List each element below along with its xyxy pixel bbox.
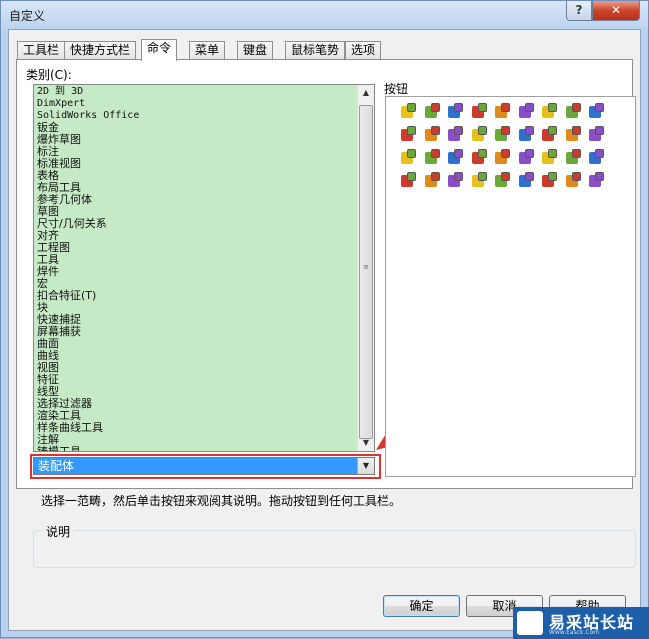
category-item[interactable]: 2D 到 3D (37, 86, 357, 98)
category-item[interactable]: 特征 (37, 374, 357, 386)
command-button-icon[interactable] (518, 103, 535, 120)
command-button-icon[interactable] (541, 149, 558, 166)
category-item[interactable]: 钣金 (37, 122, 357, 134)
category-item[interactable]: 曲面 (37, 338, 357, 350)
category-item[interactable]: 对齐 (37, 230, 357, 242)
command-button-icon[interactable] (471, 149, 488, 166)
category-item[interactable]: 注解 (37, 434, 357, 446)
tab-shortcut-bars[interactable]: 快捷方式栏 (64, 41, 137, 60)
tab-menus[interactable]: 菜单 (189, 41, 226, 60)
command-button-icon[interactable] (494, 172, 511, 189)
command-button-icon[interactable] (471, 172, 488, 189)
customize-dialog: 自定义 ? ✕ 工具栏 快捷方式栏 命令 菜单 键盘 鼠标笔势 选项 类别(C)… (0, 0, 649, 639)
watermark-subtext: Www.Easck.Com (549, 629, 600, 636)
category-item[interactable]: 块 (37, 302, 357, 314)
command-button-icon[interactable] (494, 149, 511, 166)
category-item[interactable]: DimXpert (37, 98, 357, 110)
command-button-icon[interactable] (541, 103, 558, 120)
command-button-icon[interactable] (588, 149, 605, 166)
command-button-icon[interactable] (588, 103, 605, 120)
category-item[interactable]: 参考几何体 (37, 194, 357, 206)
category-item[interactable]: 工具 (37, 254, 357, 266)
title-bar[interactable]: 自定义 ? ✕ (1, 1, 648, 29)
command-button-icon[interactable] (565, 149, 582, 166)
category-item[interactable]: 尺寸/几何关系 (37, 218, 357, 230)
command-button-icon[interactable] (494, 103, 511, 120)
command-button-icon[interactable] (565, 126, 582, 143)
watermark-logo: 易采站长站 Www.Easck.Com (513, 607, 649, 639)
command-button-icon[interactable] (447, 149, 464, 166)
category-item[interactable]: 样条曲线工具 (37, 422, 357, 434)
category-item[interactable]: 标准视图 (37, 158, 357, 170)
command-button-icon[interactable] (471, 103, 488, 120)
command-button-icon[interactable] (447, 172, 464, 189)
command-button-icon[interactable] (541, 172, 558, 189)
command-button-icon[interactable] (565, 103, 582, 120)
category-item[interactable]: 工程图 (37, 242, 357, 254)
category-item[interactable]: 铸模工具 (37, 446, 357, 452)
category-item[interactable]: SolidWorks Office (37, 110, 357, 122)
tab-toolbars[interactable]: 工具栏 (17, 41, 66, 60)
command-button-icon[interactable] (518, 126, 535, 143)
command-button-icon[interactable] (400, 149, 417, 166)
command-button-icon[interactable] (541, 126, 558, 143)
command-button-icon[interactable] (518, 149, 535, 166)
category-item[interactable]: 视图 (37, 362, 357, 374)
category-item[interactable]: 爆炸草图 (37, 134, 357, 146)
dialog-body: 工具栏 快捷方式栏 命令 菜单 键盘 鼠标笔势 选项 类别(C): 2D 到 3… (8, 29, 641, 631)
category-item[interactable]: 曲线 (37, 350, 357, 362)
category-item[interactable]: 标注 (37, 146, 357, 158)
command-button-icon[interactable] (424, 172, 441, 189)
category-label: 类别(C): (26, 68, 72, 82)
description-label: 说明 (43, 523, 74, 540)
category-item[interactable]: 焊件 (37, 266, 357, 278)
category-item[interactable]: 扣合特征(T) (37, 290, 357, 302)
ok-button[interactable]: 确定 (383, 595, 460, 617)
annotation-highlight-box (30, 454, 381, 479)
help-icon[interactable]: ? (566, 1, 592, 21)
tab-commands[interactable]: 命令 (141, 39, 178, 61)
instruction-text: 选择一范畴，然后单击按钮来观阅其说明。拖动按钮到任何工具栏。 (41, 494, 402, 508)
command-button-icon[interactable] (518, 172, 535, 189)
category-items: 2D 到 3D DimXpert SolidWorks Office 钣金 爆炸草图 标注… (37, 86, 357, 452)
tab-keyboard[interactable]: 键盘 (237, 41, 274, 60)
scroll-up-icon[interactable]: ▲ (358, 85, 374, 101)
command-buttons-panel (385, 96, 636, 477)
command-button-icon[interactable] (400, 103, 417, 120)
tab-mouse-gestures[interactable]: 鼠标笔势 (285, 41, 346, 60)
watermark-icon (517, 611, 543, 635)
tab-options[interactable]: 选项 (345, 41, 382, 60)
category-list[interactable]: 2D 到 3D DimXpert SolidWorks Office 钣金 爆炸草图 标注… (33, 84, 375, 452)
command-button-icon[interactable] (471, 126, 488, 143)
command-button-icon[interactable] (424, 126, 441, 143)
command-button-icon[interactable] (494, 126, 511, 143)
command-button-icon[interactable] (400, 126, 417, 143)
command-button-icon[interactable] (447, 103, 464, 120)
scroll-grip-icon: ≡ (363, 263, 369, 271)
category-item[interactable]: 选择过滤器 (37, 398, 357, 410)
category-item[interactable]: 快速捕捉 (37, 314, 357, 326)
buttons-label: 按钮 (384, 82, 409, 96)
command-button-icon[interactable] (447, 126, 464, 143)
close-icon[interactable]: ✕ (592, 1, 640, 21)
command-button-icon[interactable] (400, 172, 417, 189)
command-button-icon[interactable] (588, 126, 605, 143)
command-button-icon[interactable] (565, 172, 582, 189)
window-title: 自定义 (9, 9, 46, 23)
description-group (33, 530, 636, 568)
command-button-icon[interactable] (424, 149, 441, 166)
category-item[interactable]: 表格 (37, 170, 357, 182)
category-item[interactable]: 屏幕捕获 (37, 326, 357, 338)
command-button-icon[interactable] (424, 103, 441, 120)
command-button-icon[interactable] (588, 172, 605, 189)
